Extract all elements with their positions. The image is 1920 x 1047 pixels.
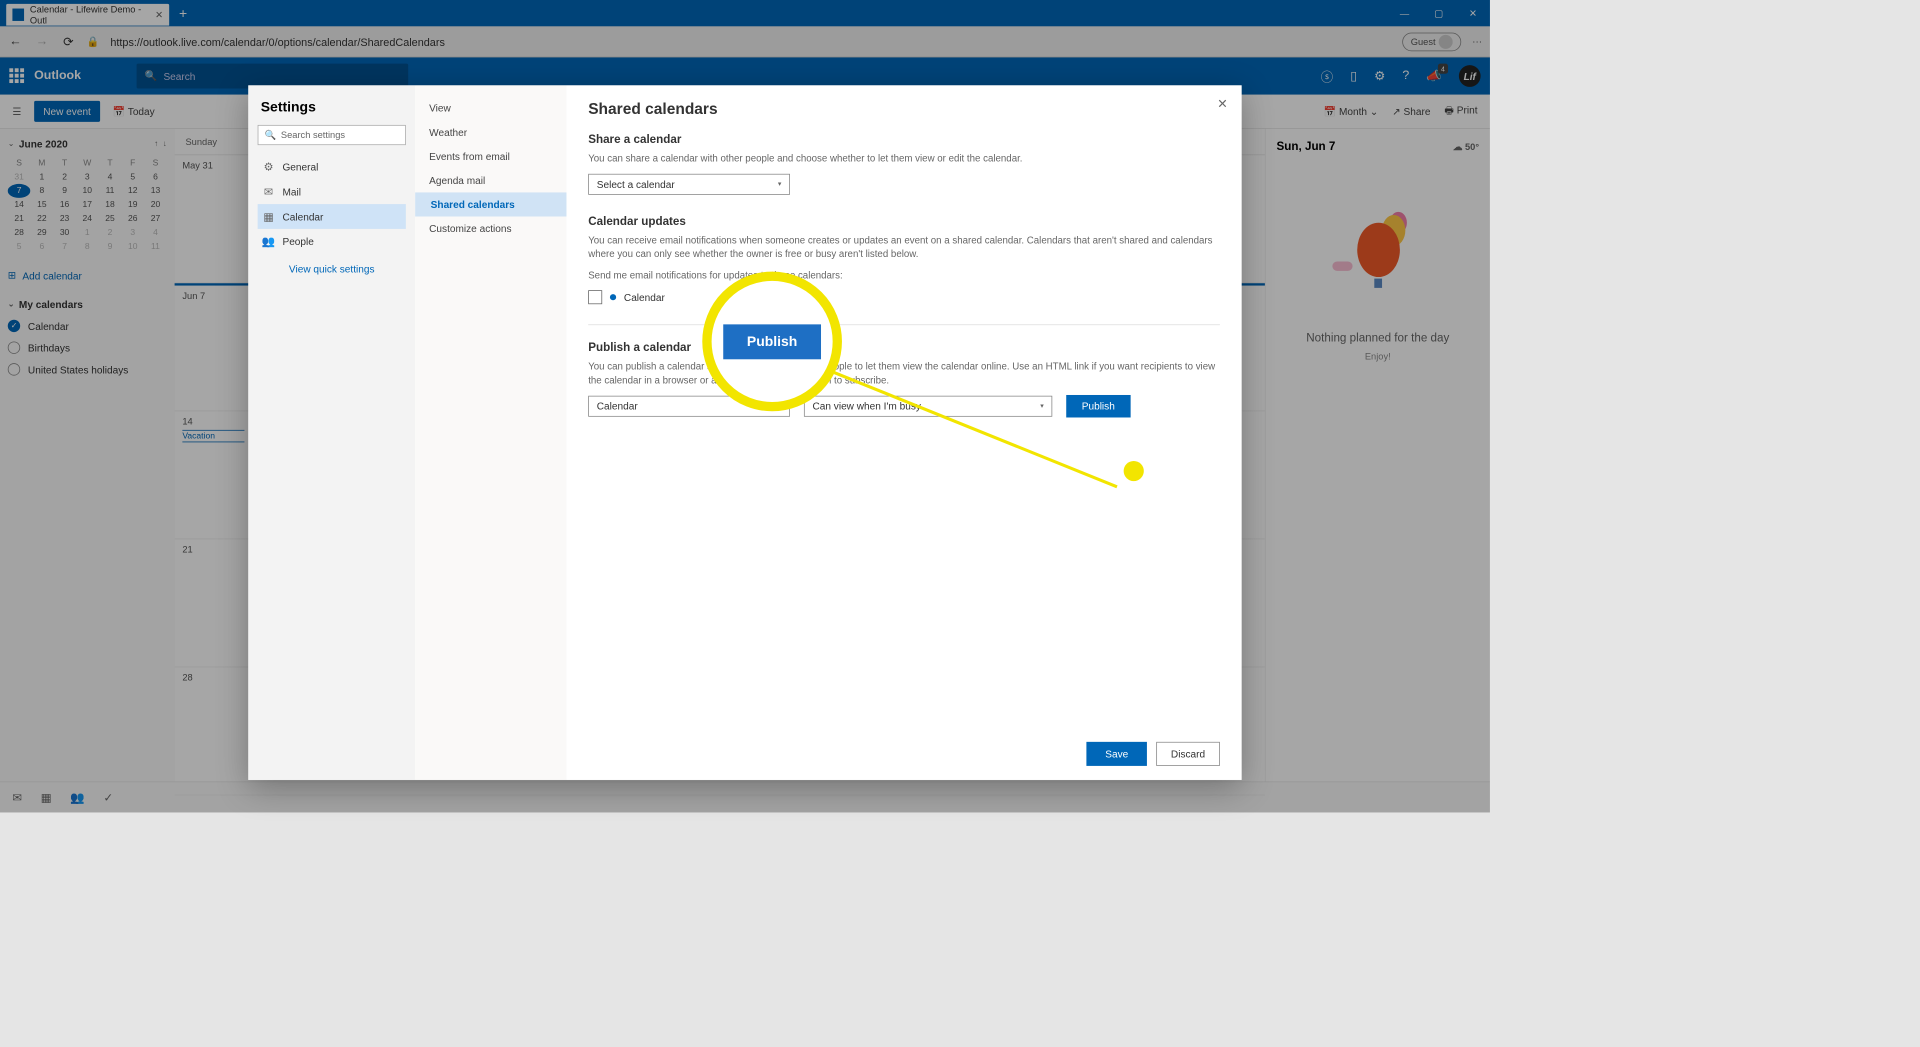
settings-nav-general[interactable]: ⚙General xyxy=(258,154,406,179)
mail-icon: ✉ xyxy=(262,185,274,197)
settings-sub-events[interactable]: Events from email xyxy=(415,144,566,168)
close-icon[interactable]: ✕ xyxy=(1217,96,1227,112)
settings-content: ✕ Shared calendars Share a calendar You … xyxy=(566,85,1241,780)
settings-sub-weather[interactable]: Weather xyxy=(415,120,566,144)
save-button[interactable]: Save xyxy=(1087,742,1147,766)
calendar-checkbox[interactable] xyxy=(588,290,602,304)
modal-footer: Save Discard xyxy=(1087,742,1220,766)
calendar-icon: ▦ xyxy=(262,210,274,222)
settings-sub-view[interactable]: View xyxy=(415,96,566,120)
annotation-dot xyxy=(1124,461,1144,481)
settings-nav-secondary: View Weather Events from email Agenda ma… xyxy=(415,85,566,780)
settings-nav-people[interactable]: 👥People xyxy=(258,229,406,254)
settings-sub-agenda[interactable]: Agenda mail xyxy=(415,168,566,192)
share-calendar-section: Share a calendar You can share a calenda… xyxy=(588,133,1220,195)
select-calendar-dropdown[interactable]: Select a calendar▾ xyxy=(588,173,790,194)
calendar-updates-section: Calendar updates You can receive email n… xyxy=(588,215,1220,305)
publish-calendar-section: Publish a calendar You can publish a cal… xyxy=(588,341,1220,418)
people-icon: 👥 xyxy=(262,235,274,247)
view-quick-settings-link[interactable]: View quick settings xyxy=(258,263,406,275)
publish-permission-dropdown[interactable]: Can view when I'm busy▾ xyxy=(804,396,1052,417)
search-icon: 🔍 xyxy=(265,130,277,141)
settings-search-input[interactable]: 🔍 Search settings xyxy=(258,125,406,145)
panel-title: Shared calendars xyxy=(588,101,1220,119)
gear-icon: ⚙ xyxy=(262,161,274,173)
settings-sub-shared[interactable]: Shared calendars xyxy=(415,192,566,216)
calendar-color-dot xyxy=(610,294,616,300)
chevron-down-icon: ▾ xyxy=(1040,402,1044,411)
settings-nav-primary: Settings 🔍 Search settings ⚙General ✉Mai… xyxy=(248,85,415,780)
divider xyxy=(588,324,1220,325)
settings-nav-calendar[interactable]: ▦Calendar xyxy=(258,204,406,229)
settings-sub-customize[interactable]: Customize actions xyxy=(415,217,566,241)
settings-title: Settings xyxy=(258,99,406,115)
settings-nav-mail[interactable]: ✉Mail xyxy=(258,179,406,204)
chevron-down-icon: ▾ xyxy=(778,180,782,189)
annotation-magnifier: Publish xyxy=(702,272,842,412)
magnified-publish-button: Publish xyxy=(724,324,821,359)
settings-modal: Settings 🔍 Search settings ⚙General ✉Mai… xyxy=(248,85,1241,780)
publish-button[interactable]: Publish xyxy=(1066,395,1130,418)
discard-button[interactable]: Discard xyxy=(1156,742,1220,766)
